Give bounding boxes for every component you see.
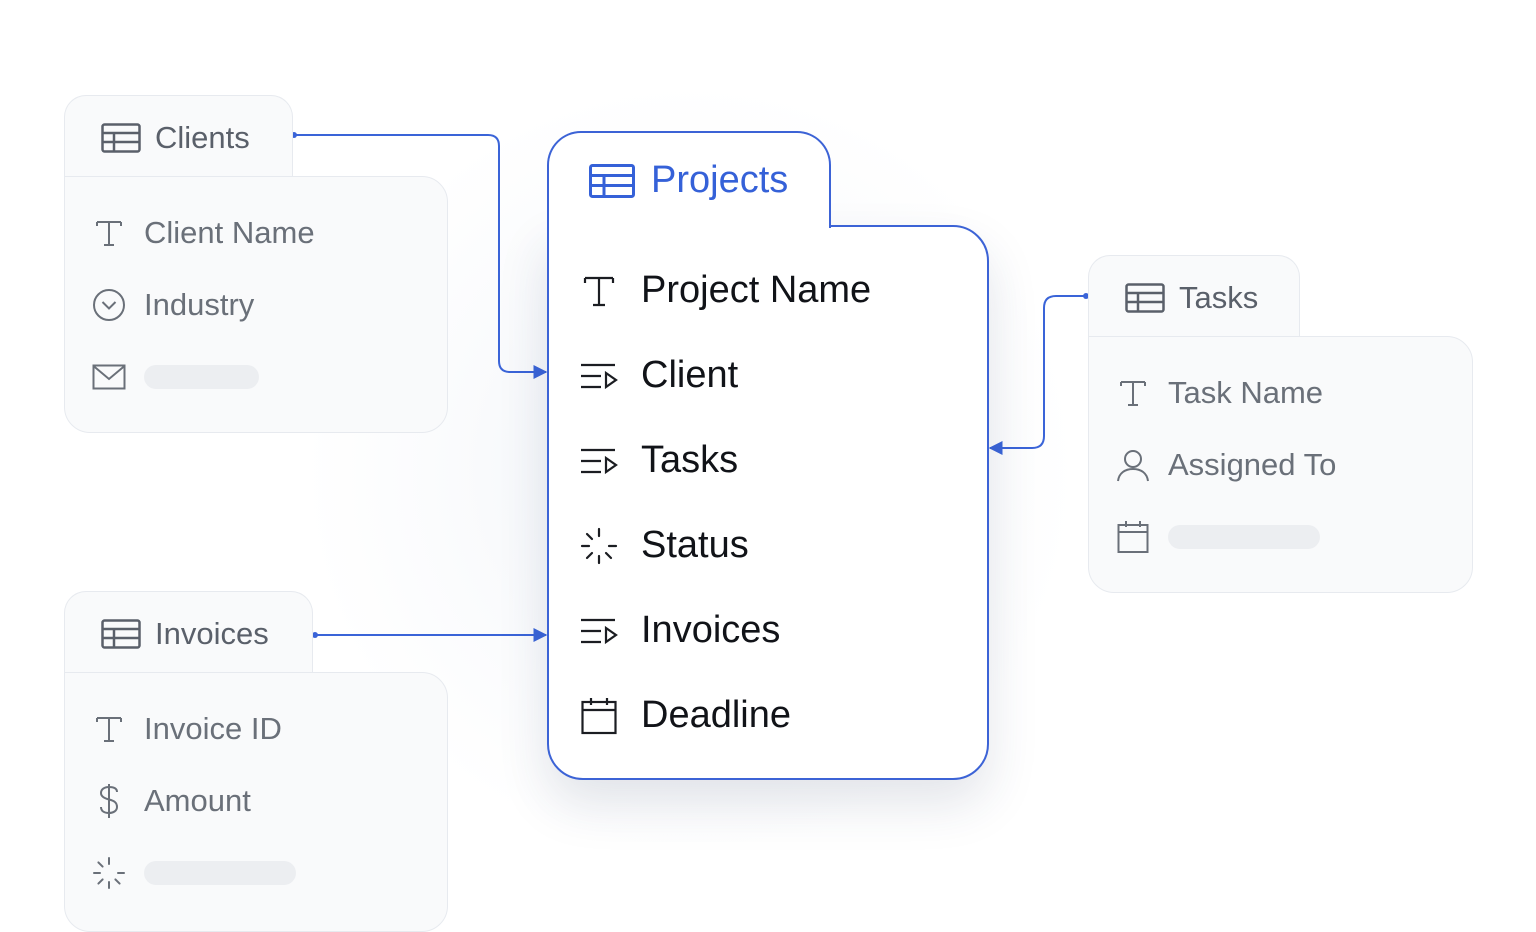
field-row-project-name[interactable]: Project Name [579, 269, 871, 312]
text-type-icon [91, 215, 127, 251]
clients-table-tab[interactable]: Clients [64, 95, 293, 179]
field-row-tasks[interactable]: Tasks [579, 439, 738, 482]
clients-table-title: Clients [155, 119, 250, 155]
clients-table-card: Client Name Industry [64, 176, 448, 433]
tasks-table-tab[interactable]: Tasks [1088, 255, 1300, 339]
field-row-industry[interactable]: Industry [91, 287, 254, 323]
tasks-table-card: Task Name Assigned To [1088, 336, 1473, 593]
user-icon [1115, 447, 1151, 483]
linked-record-icon [579, 611, 619, 651]
tab-joint [549, 222, 829, 228]
connector-tasks-to-tasks [988, 295, 1086, 455]
single-select-icon [91, 287, 127, 323]
text-type-icon [579, 271, 619, 311]
field-row-task-name[interactable]: Task Name [1115, 375, 1323, 411]
placeholder-bar [144, 365, 259, 389]
projects-table-card: Project Name Client Tasks Status Invoice… [547, 225, 989, 780]
email-icon [91, 359, 127, 395]
calendar-icon [1115, 519, 1151, 555]
dollar-icon [91, 783, 127, 819]
placeholder-bar [1168, 525, 1320, 549]
table-icon [1125, 282, 1165, 313]
invoices-table-card: Invoice ID Amount [64, 672, 448, 932]
table-icon [101, 618, 141, 649]
invoices-table-tab[interactable]: Invoices [64, 591, 313, 675]
field-row-assigned-to[interactable]: Assigned To [1115, 447, 1336, 483]
field-row-status-placeholder[interactable] [91, 855, 296, 891]
status-loader-icon [579, 526, 619, 566]
field-row-invoice-id[interactable]: Invoice ID [91, 711, 282, 747]
table-icon [589, 163, 635, 198]
field-row-status[interactable]: Status [579, 524, 749, 567]
field-row-client-name[interactable]: Client Name [91, 215, 315, 251]
field-row-deadline[interactable]: Deadline [579, 694, 791, 737]
status-loader-icon [91, 855, 127, 891]
text-type-icon [1115, 375, 1151, 411]
field-row-amount[interactable]: Amount [91, 783, 251, 819]
tasks-table-title: Tasks [1179, 279, 1259, 315]
table-icon [101, 122, 141, 153]
field-row-email[interactable] [91, 359, 259, 395]
calendar-icon [579, 696, 619, 736]
invoices-table-title: Invoices [155, 615, 269, 651]
projects-table-tab[interactable]: Projects [547, 131, 831, 228]
field-row-date-placeholder[interactable] [1115, 519, 1320, 555]
linked-record-icon [579, 356, 619, 396]
projects-table-title: Projects [651, 159, 789, 201]
linked-record-icon [579, 441, 619, 481]
text-type-icon [91, 711, 127, 747]
field-row-invoices[interactable]: Invoices [579, 609, 780, 652]
field-row-client[interactable]: Client [579, 354, 738, 397]
placeholder-bar [144, 861, 296, 885]
